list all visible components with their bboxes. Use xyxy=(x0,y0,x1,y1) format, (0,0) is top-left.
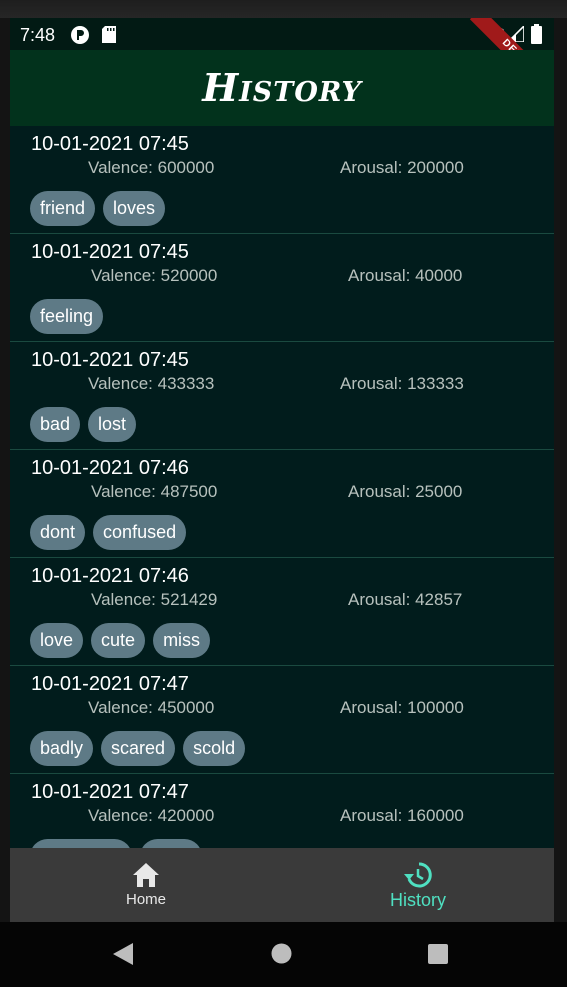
tag-chip-cutoff[interactable] xyxy=(140,839,202,848)
entry-date: 10-01-2021 07:45 xyxy=(31,133,189,155)
history-entry[interactable]: 10-01-2021 07:47 Valence: 450000 Arousal… xyxy=(10,666,554,774)
system-navigation-bar xyxy=(0,922,567,987)
entry-valence: Valence: 487500 xyxy=(91,482,218,501)
tag-chip[interactable]: lost xyxy=(88,407,137,442)
history-entry[interactable]: 10-01-2021 07:45 Valence: 520000 Arousal… xyxy=(10,234,554,342)
status-time: 7:48 xyxy=(20,25,56,45)
tag-chip[interactable]: dont xyxy=(30,515,86,550)
tag-chip[interactable]: miss xyxy=(153,623,211,658)
home-circle-icon[interactable] xyxy=(271,943,292,964)
tag-chip[interactable]: feeling xyxy=(30,299,104,334)
home-icon xyxy=(133,863,159,887)
tag-chip[interactable]: friend xyxy=(30,191,96,226)
nav-item-home[interactable]: Home xyxy=(10,848,282,922)
history-entry[interactable]: 10-01-2021 07:45 Valence: 600000 Arousal… xyxy=(10,126,554,234)
entry-arousal: Arousal: 25000 xyxy=(348,482,463,501)
tag-chip[interactable]: bad xyxy=(30,407,81,442)
entry-valence: Valence: 520000 xyxy=(91,266,218,285)
tag-chip[interactable]: cute xyxy=(91,623,146,658)
page-title: History xyxy=(202,65,362,110)
entry-date: 10-01-2021 07:46 xyxy=(31,457,189,479)
entry-valence: Valence: 450000 xyxy=(88,698,215,717)
history-entry[interactable]: 10-01-2021 07:45 Valence: 433333 Arousal… xyxy=(10,342,554,450)
nav-item-history[interactable]: History xyxy=(282,848,554,922)
notification-app-icon xyxy=(71,26,89,44)
app-bar: History xyxy=(10,50,554,126)
entry-date: 10-01-2021 07:45 xyxy=(31,241,189,263)
entry-arousal: Arousal: 160000 xyxy=(340,806,464,825)
history-list[interactable]: 10-01-2021 07:45 Valence: 600000 Arousal… xyxy=(10,126,554,848)
status-bar: 7:48 DEBUG xyxy=(10,18,554,105)
device-frame-top xyxy=(0,0,567,18)
tag-chips: love cute miss xyxy=(30,623,211,658)
entry-arousal: Arousal: 200000 xyxy=(340,158,464,177)
tag-chip[interactable]: confused xyxy=(93,515,187,550)
tag-chips: feeling xyxy=(30,299,104,334)
tag-chip[interactable]: scared xyxy=(101,731,176,766)
entry-arousal: Arousal: 40000 xyxy=(348,266,463,285)
entry-valence: Valence: 420000 xyxy=(88,806,215,825)
tag-chips: friend loves xyxy=(30,191,166,226)
tag-chip[interactable]: scold xyxy=(183,731,246,766)
tag-chip-cutoff[interactable] xyxy=(30,839,132,848)
entry-date: 10-01-2021 07:46 xyxy=(31,565,189,587)
history-entry[interactable]: 10-01-2021 07:46 Valence: 521429 Arousal… xyxy=(10,558,554,666)
entry-arousal: Arousal: 100000 xyxy=(340,698,464,717)
entry-date: 10-01-2021 07:47 xyxy=(31,673,189,695)
entry-date: 10-01-2021 07:45 xyxy=(31,349,189,371)
sd-card-icon xyxy=(102,26,116,43)
entry-valence: Valence: 521429 xyxy=(91,590,218,609)
bottom-navigation: Home History xyxy=(10,848,554,922)
tag-chips: bad lost xyxy=(30,407,137,442)
entry-date: 10-01-2021 07:47 xyxy=(31,781,189,803)
recent-apps-icon[interactable] xyxy=(428,944,448,964)
tag-chips-partial xyxy=(30,839,202,848)
battery-icon xyxy=(531,24,542,44)
entry-valence: Valence: 600000 xyxy=(88,158,215,177)
history-icon xyxy=(404,862,432,888)
entry-valence: Valence: 433333 xyxy=(88,374,215,393)
entry-arousal: Arousal: 42857 xyxy=(348,590,463,609)
history-entry[interactable]: 10-01-2021 07:47 Valence: 420000 Arousal… xyxy=(10,774,554,848)
app-screen: 7:48 DEBUG History 10-01-2021 07:45 xyxy=(10,18,554,922)
tag-chips: dont confused xyxy=(30,515,187,550)
nav-label-history: History xyxy=(389,890,446,910)
back-icon[interactable] xyxy=(113,943,133,965)
history-entry[interactable]: 10-01-2021 07:46 Valence: 487500 Arousal… xyxy=(10,450,554,558)
tag-chip[interactable]: loves xyxy=(103,191,166,226)
tag-chip[interactable]: love xyxy=(30,623,84,658)
nav-label-home: Home xyxy=(125,891,166,908)
tag-chip[interactable]: badly xyxy=(30,731,94,766)
entry-arousal: Arousal: 133333 xyxy=(340,374,464,393)
tag-chips: badly scared scold xyxy=(30,731,246,766)
